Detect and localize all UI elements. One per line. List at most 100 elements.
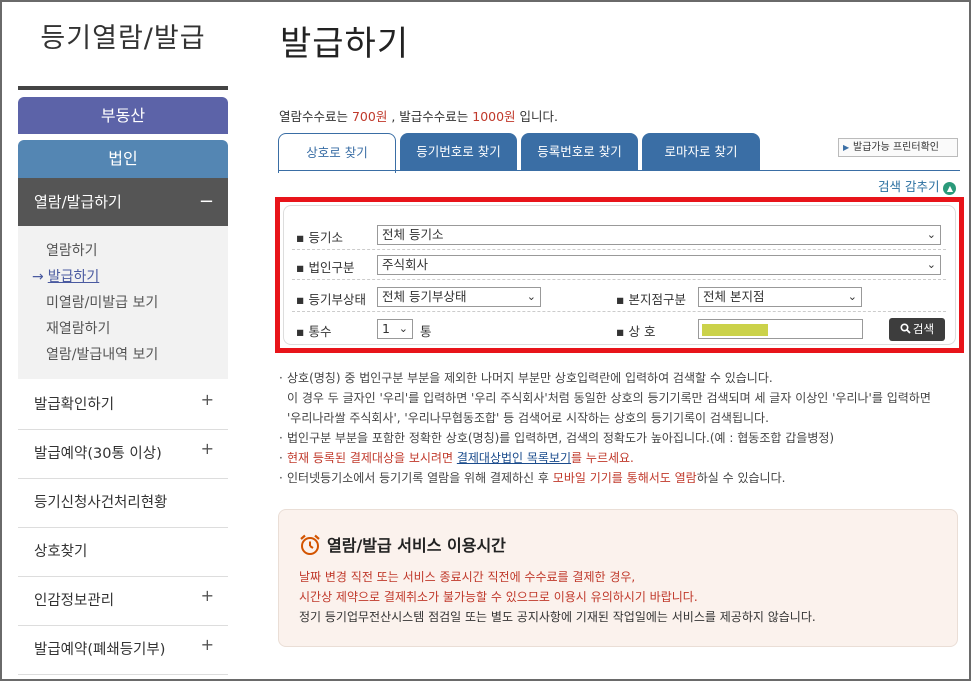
note-1: · 상호(명칭) 중 법인구분 부분을 제외한 나머지 부분만 상호입력란에 입…: [279, 368, 969, 428]
current-arrow-icon: →: [32, 269, 44, 285]
row-count-name: ▪ 통수 1 ⌄ 통 ▪ 상 호: [292, 314, 872, 344]
note-2: · 법인구분 부분을 포함한 정확한 상호(명칭)를 입력하면, 검색의 정확도…: [279, 428, 969, 448]
sidebar-divider: [18, 86, 228, 90]
branch-select[interactable]: 전체 본지점 ⌄: [698, 287, 862, 307]
redacted-name-value: [702, 324, 768, 336]
chevron-down-icon: ⌄: [847, 290, 857, 303]
count-value: 1: [382, 321, 390, 336]
collapse-up-icon: ▲: [943, 182, 957, 195]
sidebar-item-label: 발급확인하기: [34, 397, 115, 413]
status-value: 전체 등기부상태: [382, 289, 467, 304]
sidebar-item-issue-check[interactable]: 발급확인하기 +: [18, 381, 228, 430]
count-label: ▪ 통수: [296, 321, 332, 340]
note-4-b: 하실 수 있습니다.: [696, 471, 786, 485]
note-3-red-1: 현재 등록된 결제대상을 보시려면: [287, 451, 457, 465]
bullet-icon: ▪: [296, 324, 305, 339]
expand-icon: +: [200, 586, 214, 605]
collapse-search-link[interactable]: 검색 감추기 ▲: [878, 176, 957, 195]
count-unit: 통: [420, 324, 432, 339]
sidebar-item-label: 상호찾기: [34, 544, 88, 560]
submenu: 열람하기 → 발급하기 미열람/미발급 보기 재열람하기 열람/발급내역 보기: [18, 226, 228, 379]
collapse-sign-icon: −: [198, 191, 214, 212]
fee-suffix: 입니다.: [515, 109, 559, 124]
expand-icon: +: [200, 439, 214, 458]
status-select[interactable]: 전체 등기부상태 ⌄: [377, 287, 541, 307]
note-bullet-icon: ·: [279, 451, 283, 465]
sidebar-item-case-status[interactable]: 등기신청사건처리현황: [18, 479, 228, 528]
submenu-review[interactable]: 재열람하기: [18, 316, 228, 342]
sidebar-item-reservation-closed[interactable]: 발급예약(폐쇄등기부) +: [18, 626, 228, 675]
row-status: ▪ 등기부상태 전체 등기부상태 ⌄ ▪ 본지점구분 전체 본지점 ⌄: [292, 282, 946, 312]
fee-middle: , 발급수수료는: [387, 109, 473, 124]
chevron-down-icon: ⌄: [926, 228, 936, 241]
note-bullet-icon: ·: [279, 371, 283, 385]
row-registry-office: ▪ 등기소 전체 등기소 ⌄: [292, 220, 946, 250]
notes: · 상호(명칭) 중 법인구분 부분을 제외한 나머지 부분만 상호입력란에 입…: [279, 368, 969, 488]
note-bullet-icon: ·: [279, 471, 283, 485]
page-title: 발급하기: [280, 24, 410, 64]
tab-by-name[interactable]: 상호로 찾기: [278, 133, 396, 173]
name-input[interactable]: [698, 319, 863, 339]
bullet-icon: ▪: [296, 230, 305, 245]
fee-prefix: 열람수수료는: [279, 109, 352, 124]
tab-by-roman[interactable]: 로마자로 찾기: [642, 133, 760, 171]
branch-label: ▪ 본지점구분: [616, 289, 686, 308]
note-1-line-3: '우리나라쌀 주식회사', '우리나무협동조합' 등 검색어로 시작하는 상호의…: [287, 411, 769, 425]
service-title-text: 열람/발급 서비스 이용시간: [327, 536, 506, 555]
registry-office-select[interactable]: 전체 등기소 ⌄: [377, 225, 941, 245]
branch-value: 전체 본지점: [703, 289, 765, 304]
sidebar-item-name-search[interactable]: 상호찾기: [18, 528, 228, 577]
tab-by-registry-number[interactable]: 등기번호로 찾기: [400, 133, 517, 171]
tab-underline: [278, 170, 960, 171]
submenu-history[interactable]: 열람/발급내역 보기: [18, 342, 228, 368]
corp-type-label: ▪ 법인구분: [296, 257, 355, 276]
corp-type-label-text: 법인구분: [308, 260, 355, 275]
sidebar-item-view-issue[interactable]: 열람/발급하기 −: [18, 178, 228, 226]
tab-by-reg-number[interactable]: 등록번호로 찾기: [521, 133, 638, 171]
service-line-1: 날짜 변경 직전 또는 서비스 종료시간 직전에 수수료를 결제한 경우,: [299, 570, 636, 584]
submenu-issue[interactable]: → 발급하기: [18, 264, 228, 290]
name-label: ▪ 상 호: [616, 321, 655, 340]
search-button[interactable]: 검색: [889, 318, 945, 341]
registry-office-label-text: 등기소: [308, 230, 343, 245]
note-1-line-1: 상호(명칭) 중 법인구분 부분을 제외한 나머지 부분만 상호입력란에 입력하…: [287, 371, 773, 385]
service-title: 열람/발급 서비스 이용시간: [299, 532, 506, 556]
search-form-highlight: ▪ 등기소 전체 등기소 ⌄ ▪ 법인구분 주식회사 ⌄ ▪ 등기부상태 전체 등기부…: [275, 197, 964, 353]
sidebar-item-label: 인감정보관리: [34, 593, 115, 609]
note-4-text: 인터넷등기소에서 등기기록 열람을 위해 결제하신 후 모바일 기기를 통해서도…: [287, 468, 969, 488]
status-label-text: 등기부상태: [308, 292, 366, 307]
realestate-button[interactable]: 부동산: [18, 97, 228, 134]
printer-check-button[interactable]: ▶ 발급가능 프린터확인: [838, 138, 958, 157]
corp-type-value: 주식회사: [382, 257, 429, 272]
note-4-a: 인터넷등기소에서 등기기록 열람을 위해 결제하신 후: [287, 471, 553, 485]
sidebar-item-reservation-30[interactable]: 발급예약(30통 이상) +: [18, 430, 228, 479]
status-label: ▪ 등기부상태: [296, 289, 366, 308]
chevron-down-icon: ⌄: [926, 258, 936, 271]
submenu-view[interactable]: 열람하기: [18, 238, 228, 264]
sidebar-title: 등기열람/발급: [40, 23, 206, 54]
expand-icon: +: [200, 635, 214, 654]
fee-note: 열람수수료는 700원 , 발급수수료는 1000원 입니다.: [279, 106, 558, 125]
issue-fee: 1000원: [472, 109, 516, 124]
note-3: · 현재 등록된 결제대상을 보시려면 결제대상법인 목록보기를 누르세요.: [279, 448, 969, 468]
payment-target-list-link[interactable]: 결제대상법인 목록보기: [457, 451, 571, 465]
search-icon: [900, 323, 911, 334]
sidebar-item-label: 등기신청사건처리현황: [34, 495, 168, 511]
sidebar-item-label: 발급예약(30통 이상): [34, 446, 162, 462]
sidebar-item-seal-info[interactable]: 인감정보관리 +: [18, 577, 228, 626]
search-button-label: 검색: [912, 322, 935, 336]
corp-button[interactable]: 법인: [18, 140, 228, 178]
name-label-text: 상 호: [628, 324, 656, 339]
sidebar-item-label: 발급예약(폐쇄등기부): [34, 642, 166, 658]
note-2-text: 법인구분 부분을 포함한 정확한 상호(명칭)를 입력하면, 검색의 정확도가 …: [287, 431, 835, 445]
sidebar-item-label: 열람/발급하기: [34, 193, 122, 211]
printer-check-label: 발급가능 프린터확인: [853, 142, 939, 153]
chevron-down-icon: ⌄: [526, 290, 536, 303]
corp-type-select[interactable]: 주식회사 ⌄: [377, 255, 941, 275]
count-select[interactable]: 1 ⌄: [377, 319, 413, 339]
registry-office-value: 전체 등기소: [382, 227, 444, 242]
bullet-icon: ▪: [616, 324, 625, 339]
count-label-text: 통수: [308, 324, 332, 339]
service-hours-box: 열람/발급 서비스 이용시간 날짜 변경 직전 또는 서비스 종료시간 직전에 …: [278, 509, 958, 647]
submenu-unviewed[interactable]: 미열람/미발급 보기: [18, 290, 228, 316]
